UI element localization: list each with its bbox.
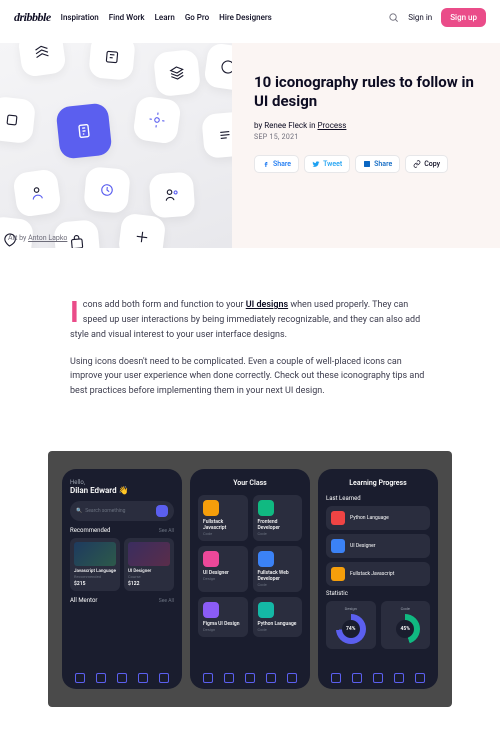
phone-mockup-3: Learning Progress Last Learned Python La… [318, 469, 438, 689]
icon-tile [0, 216, 34, 248]
icon-tile [153, 49, 201, 97]
nav-hire-designers[interactable]: Hire Designers [219, 13, 272, 22]
bottom-nav [326, 673, 430, 683]
nav-go-pro[interactable]: Go Pro [185, 13, 209, 22]
section-heading: Statistic [326, 590, 348, 597]
stat-chart: Code45% [381, 601, 431, 649]
class-card: Python LanguageCode [253, 597, 303, 637]
category-link[interactable]: Process [317, 121, 346, 130]
artist-link[interactable]: Anton Lapko [28, 234, 67, 242]
class-card: Figma UI DesignDesign [198, 597, 248, 637]
hero-meta: 10 iconography rules to follow in UI des… [232, 43, 500, 248]
icon-tile [149, 172, 196, 219]
section-heading: Recommended [70, 527, 110, 534]
article-body: Icons add both form and function to your… [0, 248, 500, 431]
list-item: Python Language [326, 506, 430, 530]
nav-find-work[interactable]: Find Work [109, 13, 145, 22]
share-twitter-button[interactable]: Tweet [304, 155, 350, 173]
copy-link-button[interactable]: Copy [405, 155, 448, 173]
search-icon[interactable] [388, 12, 399, 23]
nav-learn[interactable]: Learn [155, 13, 175, 22]
publish-date: SEP 15, 2021 [254, 133, 482, 141]
section-heading: All Mentor [70, 597, 97, 604]
hero-illustration: Art by Anton Lapko [0, 43, 232, 248]
course-card: Javascript LanguageRecommended$215 [70, 538, 120, 591]
dropcap: I [70, 300, 79, 326]
signup-button[interactable]: Sign up [441, 8, 486, 27]
course-card: UI DesignerCourse$122 [124, 538, 174, 591]
class-card: Fullstack Web DeveloperCode [253, 546, 303, 592]
stat-chart: Design74% [326, 601, 376, 649]
main-nav: Inspiration Find Work Learn Go Pro Hire … [61, 13, 379, 22]
see-all: See All [159, 528, 174, 534]
phone-mockup-1: Hello, Dilan Edward 👋 🔍Search something … [62, 469, 182, 689]
logo[interactable]: dribbble [14, 10, 51, 25]
icon-tile [132, 95, 182, 145]
byline: by Renee Fleck in Process [254, 121, 482, 130]
icon-tile [17, 43, 67, 78]
icon-tile [117, 212, 166, 248]
paragraph: Using icons doesn't need to be complicat… [70, 355, 430, 400]
share-facebook-button[interactable]: Share [254, 155, 299, 173]
article-title: 10 iconography rules to follow in UI des… [254, 73, 482, 111]
bottom-nav [70, 673, 174, 683]
icon-tile [0, 96, 36, 144]
screen-title: Your Class [198, 479, 302, 487]
icon-tile [83, 166, 131, 214]
icon-tile [88, 43, 136, 81]
phone-mockup-2: Your Class Fullstack JavascriptCode Fron… [190, 469, 310, 689]
list-item: UI Designer [326, 534, 430, 558]
bottom-nav [198, 673, 302, 683]
phones-showcase: Hello, Dilan Edward 👋 🔍Search something … [48, 451, 452, 707]
share-row: Share Tweet Share Copy [254, 155, 482, 173]
greeting: Hello, [70, 479, 174, 486]
site-header: dribbble Inspiration Find Work Learn Go … [0, 0, 500, 35]
art-credit: Art by Anton Lapko [8, 234, 67, 242]
signin-link[interactable]: Sign in [408, 13, 432, 22]
ui-designs-link[interactable]: UI designs [246, 300, 288, 310]
user-name: Dilan Edward 👋 [70, 486, 174, 495]
paragraph: Icons add both form and function to your… [70, 298, 430, 343]
class-card: Frontend DeveloperCode [253, 495, 303, 541]
icon-tile [201, 111, 232, 159]
share-linkedin-button[interactable]: Share [355, 155, 400, 173]
list-item: Fullstack Javascript [326, 562, 430, 586]
nav-inspiration[interactable]: Inspiration [61, 13, 99, 22]
screen-title: Learning Progress [326, 479, 430, 487]
class-card: Fullstack JavascriptCode [198, 495, 248, 541]
hero-section: Art by Anton Lapko 10 iconography rules … [0, 43, 500, 248]
section-heading: Last Learned [326, 495, 361, 502]
author-name: Renee Fleck [264, 121, 307, 130]
search-bar: 🔍Search something [70, 501, 174, 521]
class-card: UI DesignerDesign [198, 546, 248, 592]
icon-tile [203, 43, 232, 92]
icon-tile-hero [55, 102, 112, 159]
icon-tile [12, 168, 62, 218]
header-actions: Sign in Sign up [388, 8, 486, 27]
